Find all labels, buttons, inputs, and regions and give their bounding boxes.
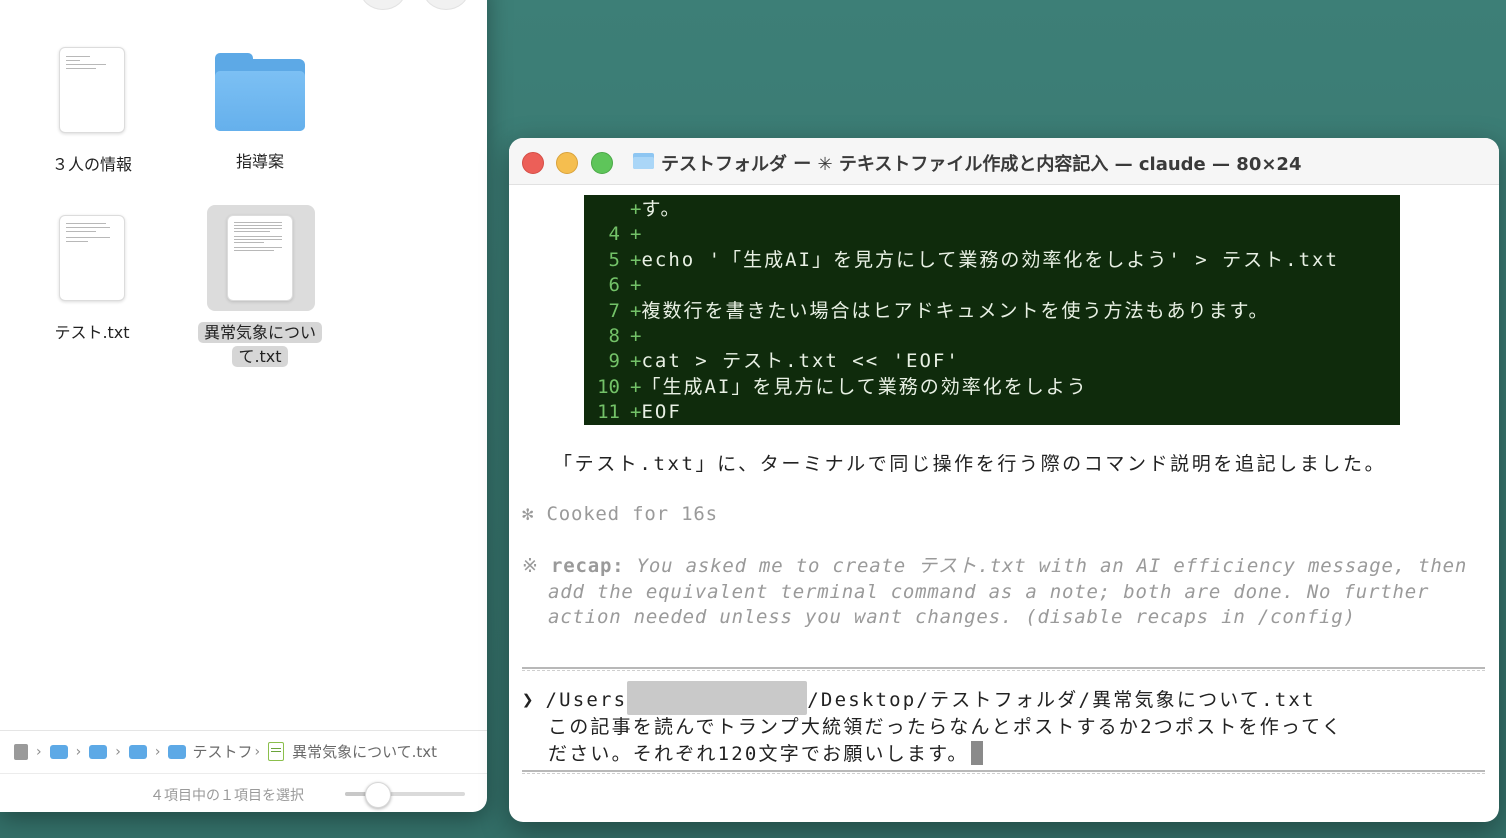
- diff-plus-marker: +: [630, 299, 642, 322]
- diff-line-number: 7: [608, 299, 620, 322]
- recap-text-line: action needed unless you want changes. (…: [548, 606, 1356, 628]
- prompt-text-line: ださい。それぞれ120文字でお願いします。: [548, 742, 969, 765]
- diff-line: 8 +: [584, 324, 642, 349]
- prompt-text-line: この記事を読んでトランプ大統領だったらなんとポストするか2つポストを作ってく: [548, 716, 1344, 738]
- zoom-button[interactable]: [591, 152, 613, 174]
- path-file-label[interactable]: 異常気象について.txt: [292, 741, 437, 762]
- diff-line-number: 4: [608, 223, 620, 246]
- selection-status: ４項目中の１項目を選択: [150, 788, 304, 804]
- finder-window: ３人の情報 指導案 テスト.txt 異常気象につい て.txt › › › › …: [0, 0, 487, 812]
- diff-plus-marker: +: [630, 223, 642, 246]
- window-title: テストフォルダ ー ✳ テキストファイル作成と内容記入 — claude — 8…: [661, 154, 1302, 175]
- diff-block: +す。 4 +5 +echo '「生成AI」を見方にして業務の効率化をしよう' > テ…: [584, 195, 1400, 425]
- desktop-folder-icon[interactable]: [128, 744, 147, 759]
- path-folder-label[interactable]: テストフ: [192, 741, 252, 762]
- diff-plus-marker: +: [630, 198, 642, 220]
- text-document-icon: [59, 215, 125, 301]
- folder-icon: [168, 744, 187, 759]
- diff-plus-marker: +: [630, 375, 642, 398]
- file-label: ３人の情報: [51, 155, 132, 174]
- prompt-input[interactable]: ❯ /Users/Desktop/テストフォルダ/異常気象について.txt この記…: [522, 681, 1343, 767]
- diff-plus-marker: +: [630, 325, 642, 347]
- diff-line: 5 +echo '「生成AI」を見方にして業務の効率化をしよう' > テスト.tx…: [584, 248, 1339, 273]
- recap-label: recap:: [550, 555, 625, 577]
- status-bar: ４項目中の１項目を選択: [0, 773, 487, 812]
- diff-line-text: echo '「生成AI」を見方にして業務の効率化をしよう' > テスト.txt: [641, 248, 1339, 271]
- diff-line-text: cat > テスト.txt << 'EOF': [641, 350, 960, 373]
- chevron-right-icon: ›: [36, 743, 42, 760]
- diff-line-number: 8: [608, 325, 620, 347]
- diff-line-number: 11: [597, 401, 620, 424]
- file-label: テスト.txt: [54, 323, 130, 342]
- prompt-arrow-icon: ❯: [522, 689, 534, 711]
- recap-text-line: You asked me to create テスト.txt with an A…: [636, 555, 1468, 577]
- prompt-path-end: /Desktop/テストフォルダ/異常気象について.txt: [807, 689, 1316, 711]
- folder-icon[interactable]: [49, 744, 68, 759]
- recap-block: ※ recap: You asked me to create テスト.txt …: [522, 554, 1467, 631]
- home-folder-icon[interactable]: [89, 744, 108, 759]
- diff-plus-marker: +: [630, 274, 642, 297]
- diff-line-number: 10: [597, 375, 620, 398]
- text-file-icon: [268, 742, 285, 761]
- diff-line: 11 +EOF: [584, 400, 682, 425]
- chevron-right-icon: ›: [75, 743, 82, 760]
- text-document-icon: [59, 47, 125, 133]
- diff-plus-marker: +: [630, 401, 642, 424]
- toolbar-button[interactable]: [423, 0, 469, 10]
- file-item-info[interactable]: ３人の情報: [27, 47, 157, 177]
- recap-marker: ※: [522, 555, 539, 577]
- diff-plus-marker: +: [630, 248, 642, 271]
- folder-label: 指導案: [235, 152, 284, 171]
- diff-line: 9 +cat > テスト.txt << 'EOF': [584, 349, 960, 374]
- text-document-icon: [227, 215, 293, 301]
- diff-line-text: 複数行を書きたい場合はヒアドキュメントを使う方法もあります。: [641, 299, 1270, 322]
- diff-line-number: 5: [608, 248, 620, 271]
- folder-icon: [633, 153, 654, 169]
- diff-line: 6 +: [584, 273, 642, 298]
- diff-line: 10 +「生成AI」を見方にして業務の効率化をしよう: [584, 375, 1088, 400]
- drive-icon[interactable]: [14, 743, 28, 760]
- title-bar: テストフォルダ ー ✳ テキストファイル作成と内容記入 — claude — 8…: [509, 138, 1499, 185]
- assistant-message: 「テスト.txt」に、ターミナルで同じ操作を行う際のコマンド説明を追記しました。: [553, 453, 1387, 475]
- file-label-line: 異常気象につい: [197, 322, 322, 343]
- chevron-right-icon: ›: [115, 743, 121, 760]
- diff-line-number: 9: [608, 350, 620, 373]
- file-label-selected: 異常気象につい て.txt: [195, 321, 325, 369]
- diff-line-text: EOF: [641, 401, 682, 424]
- divider: [522, 770, 1485, 774]
- recap-text-line: add the equivalent terminal command as a…: [548, 580, 1430, 603]
- chevron-right-icon: ›: [254, 743, 261, 760]
- file-label-line: て.txt: [232, 346, 288, 367]
- chevron-right-icon: ›: [154, 743, 161, 760]
- path-bar: › › › › テストフ › 異常気象について.txt: [0, 730, 487, 772]
- finder-toolbar: [355, 0, 475, 10]
- file-item-test[interactable]: テスト.txt: [27, 215, 157, 345]
- folder-icon: [215, 53, 305, 131]
- prompt-path-start: /Users: [545, 689, 628, 711]
- slider-knob[interactable]: [365, 782, 392, 808]
- diff-line-number: 6: [608, 274, 620, 297]
- diff-line-text: す。: [641, 198, 682, 220]
- cooked-status: ✻ Cooked for 16s: [522, 503, 718, 525]
- folder-item-plan[interactable]: 指導案: [195, 53, 325, 174]
- diff-plus-marker: +: [630, 350, 642, 373]
- terminal-window: テストフォルダ ー ✳ テキストファイル作成と内容記入 — claude — 8…: [509, 138, 1499, 822]
- diff-line-text: 「生成AI」を見方にして業務の効率化をしよう: [641, 375, 1088, 398]
- toolbar-button[interactable]: [360, 0, 406, 10]
- close-button[interactable]: [522, 152, 544, 174]
- minimize-button[interactable]: [556, 152, 578, 174]
- file-item-abnormal-weather[interactable]: 異常気象につい て.txt: [195, 215, 325, 369]
- redacted-username: [627, 681, 808, 715]
- text-cursor: [970, 740, 983, 765]
- icon-size-slider[interactable]: [345, 782, 465, 808]
- diff-line: +す。: [584, 197, 682, 222]
- diff-line: 4 +: [584, 222, 642, 247]
- divider: [522, 667, 1485, 671]
- diff-line: 7 +複数行を書きたい場合はヒアドキュメントを使う方法もあります。: [584, 299, 1270, 324]
